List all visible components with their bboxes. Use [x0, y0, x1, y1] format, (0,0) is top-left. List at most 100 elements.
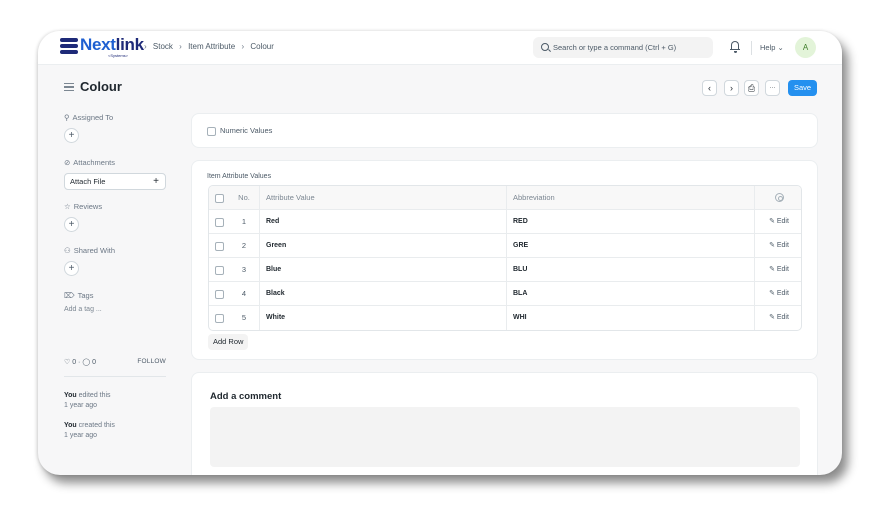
- app-window: Nextlink <Systems> › Stock › Item Attrib…: [38, 31, 842, 475]
- page-header: Colour ‹ › ⎙ ··· Save: [38, 65, 842, 109]
- save-button[interactable]: Save: [788, 80, 817, 96]
- table-row[interactable]: 3 Blue BLU ✎ Edit: [209, 258, 801, 282]
- abbreviation-cell[interactable]: GRE: [506, 234, 754, 258]
- table-row[interactable]: 2 Green GRE ✎ Edit: [209, 234, 801, 258]
- logo-subtitle: <Systems>: [108, 53, 129, 58]
- edit-row-button[interactable]: ✎ Edit: [754, 282, 801, 306]
- row-checkbox[interactable]: [214, 265, 224, 275]
- row-checkbox[interactable]: [214, 217, 224, 227]
- attribute-value-cell[interactable]: Green: [259, 234, 506, 258]
- row-number: 2: [241, 241, 247, 250]
- abbreviation-cell[interactable]: BLA: [506, 282, 754, 306]
- row-checkbox[interactable]: [214, 241, 224, 251]
- attribute-value-cell[interactable]: Blue: [259, 258, 506, 282]
- table-row[interactable]: 4 Black BLA ✎ Edit: [209, 282, 801, 306]
- assigned-to-label: ⚲ Assigned To: [64, 113, 114, 122]
- edit-row-button[interactable]: ✎ Edit: [754, 306, 801, 330]
- logo-mark: [60, 38, 78, 54]
- row-number: 5: [241, 313, 247, 322]
- sidebar-toggle-icon[interactable]: [64, 83, 74, 91]
- abbreviation-cell[interactable]: BLU: [506, 258, 754, 282]
- edit-row-button[interactable]: ✎ Edit: [754, 258, 801, 282]
- nextlink-logo[interactable]: Nextlink <Systems>: [60, 35, 144, 61]
- follow-button[interactable]: FOLLOW: [137, 358, 166, 365]
- comment-input[interactable]: [210, 407, 800, 467]
- breadcrumb-stock[interactable]: Stock: [153, 42, 173, 51]
- paperclip-icon: ⊘: [64, 158, 71, 167]
- attachments-label: ⊘ Attachments: [64, 158, 115, 167]
- logo-text-link: link: [115, 35, 144, 54]
- numeric-values-label: Numeric Values: [220, 126, 273, 135]
- more-options-button[interactable]: ···: [765, 80, 780, 96]
- add-assignee-button[interactable]: +: [64, 128, 79, 143]
- avatar[interactable]: A: [795, 37, 816, 58]
- attribute-values-table: No. Attribute Value Abbreviation 1 Red RED…: [208, 185, 802, 331]
- logo-text-next: Next: [80, 35, 116, 54]
- tags-label: ⌦ Tags: [64, 291, 94, 300]
- edit-row-button[interactable]: ✎ Edit: [754, 234, 801, 258]
- attribute-values-section: Item Attribute Values No. Attribute Valu…: [191, 160, 818, 360]
- table-header-row: No. Attribute Value Abbreviation: [209, 186, 801, 210]
- abbreviation-cell[interactable]: WHI: [506, 306, 754, 330]
- breadcrumb-separator: ›: [241, 42, 245, 51]
- navbar: Nextlink <Systems> › Stock › Item Attrib…: [38, 31, 842, 65]
- tag-icon: ⌦: [64, 291, 75, 300]
- add-row-button[interactable]: Add Row: [208, 334, 249, 350]
- breadcrumb-colour[interactable]: Colour: [250, 42, 274, 51]
- help-label: Help: [760, 43, 776, 52]
- chevron-down-icon: ⌄: [777, 43, 784, 52]
- column-header-no: No.: [238, 193, 250, 202]
- sidebar-divider: [64, 376, 166, 377]
- activity-item: You created this 1 year ago: [64, 422, 115, 439]
- shared-with-label: ⚇ Shared With: [64, 246, 116, 255]
- notification-bell-icon[interactable]: [730, 40, 742, 54]
- column-header-abbreviation: Abbreviation: [506, 186, 754, 210]
- help-dropdown[interactable]: Help ⌄: [760, 43, 784, 52]
- column-header-value: Attribute Value: [259, 186, 506, 210]
- row-number: 1: [241, 217, 247, 226]
- search-input[interactable]: Search or type a command (Ctrl + G): [533, 37, 713, 58]
- table-row[interactable]: 1 Red RED ✎ Edit: [209, 210, 801, 234]
- add-tag-link[interactable]: Add a tag ...: [64, 306, 102, 313]
- reviews-label: ☆ Reviews: [64, 202, 103, 211]
- numeric-values-checkbox[interactable]: [207, 126, 216, 136]
- print-button[interactable]: ⎙: [744, 80, 759, 96]
- table-body: 1 Red RED ✎ Edit 2 Green GRE ✎ Edit 3 Blue BLU ✎ Ed…: [209, 210, 801, 330]
- attach-file-button[interactable]: Attach File +: [64, 173, 166, 190]
- search-placeholder: Search or type a command (Ctrl + G): [553, 43, 677, 52]
- add-review-button[interactable]: +: [64, 217, 79, 232]
- edit-row-button[interactable]: ✎ Edit: [754, 210, 801, 234]
- comment-title: Add a comment: [210, 391, 282, 402]
- attribute-value-cell[interactable]: Black: [259, 282, 506, 306]
- breadcrumb-separator: ›: [144, 42, 147, 51]
- breadcrumb-separator: ›: [179, 42, 182, 51]
- row-checkbox[interactable]: [214, 313, 224, 323]
- column-settings-icon[interactable]: [774, 192, 784, 202]
- abbreviation-cell[interactable]: RED: [506, 210, 754, 234]
- star-icon: ☆: [64, 202, 71, 211]
- users-icon: ⚇: [64, 246, 71, 255]
- row-number: 4: [241, 289, 247, 298]
- navbar-divider: [751, 41, 752, 55]
- numeric-values-section: Numeric Values: [191, 113, 818, 148]
- select-all-checkbox[interactable]: [214, 193, 224, 203]
- search-icon: [541, 43, 549, 51]
- add-share-button[interactable]: +: [64, 261, 79, 276]
- attribute-value-cell[interactable]: White: [259, 306, 506, 330]
- user-icon: ⚲: [64, 113, 70, 122]
- attribute-value-cell[interactable]: Red: [259, 210, 506, 234]
- row-checkbox[interactable]: [214, 289, 224, 299]
- next-doc-button[interactable]: ›: [724, 80, 739, 96]
- comment-section: Add a comment: [191, 372, 818, 475]
- table-row[interactable]: 5 White WHI ✎ Edit: [209, 306, 801, 330]
- like-comment-counts[interactable]: ♡ 0 · ◯ 0: [64, 358, 96, 366]
- page-title: Colour: [80, 79, 122, 94]
- table-label: Item Attribute Values: [207, 173, 272, 180]
- breadcrumb-item-attribute[interactable]: Item Attribute: [188, 42, 235, 51]
- prev-doc-button[interactable]: ‹: [702, 80, 717, 96]
- breadcrumb: › Stock › Item Attribute › Colour: [144, 42, 278, 51]
- numeric-values-field[interactable]: Numeric Values: [207, 126, 272, 136]
- plus-icon: +: [153, 176, 159, 187]
- row-number: 3: [241, 265, 247, 274]
- activity-item: You edited this 1 year ago: [64, 392, 111, 409]
